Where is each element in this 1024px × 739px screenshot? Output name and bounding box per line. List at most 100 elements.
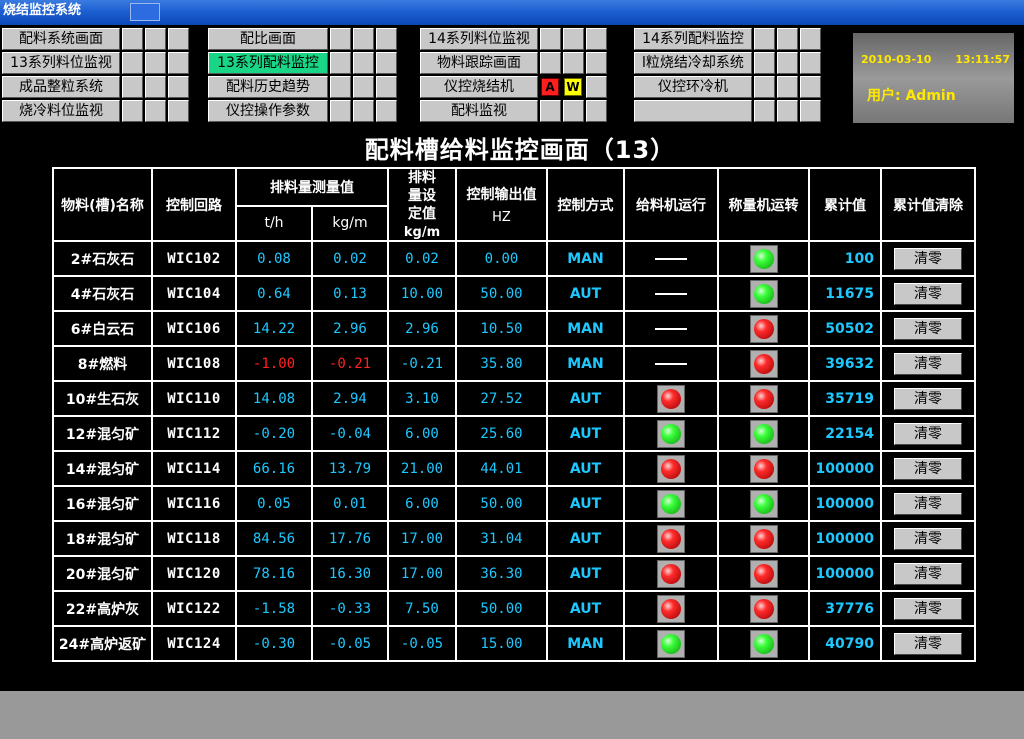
cell-control-mode: AUT [546, 555, 625, 592]
scale-lamp-icon [749, 524, 778, 553]
cell-control-output: 15.00 [455, 625, 548, 662]
nav-slot[interactable] [376, 100, 397, 122]
clear-accumulated-button[interactable]: 清零 [894, 492, 962, 515]
nav-slot[interactable] [800, 28, 821, 50]
header-setpoint-unit: kg/m [403, 225, 441, 240]
nav-slot[interactable] [586, 76, 607, 98]
nav-slot[interactable] [122, 28, 143, 50]
nav-slot[interactable] [540, 100, 561, 122]
nav-slot[interactable] [777, 52, 798, 74]
current-time: 13:11:57 [955, 53, 1010, 66]
feeder-lamp-icon [657, 524, 685, 553]
nav-batching-system[interactable]: 配料系统画面 [2, 28, 120, 50]
nav-slot[interactable] [754, 100, 775, 122]
nav-sinter-cooling[interactable]: l粒烧结冷却系统 [634, 52, 752, 74]
nav-13-batching-control[interactable]: 13系列配料监控 [208, 52, 328, 74]
cell-kgm: 0.01 [311, 485, 389, 522]
nav-slot[interactable] [353, 76, 374, 98]
nav-slot[interactable] [586, 52, 607, 74]
nav-slot[interactable] [800, 76, 821, 98]
nav-slot[interactable] [777, 28, 798, 50]
nav-slot[interactable] [586, 28, 607, 50]
nav-ring-cooler[interactable]: 仪控环冷机 [634, 76, 752, 98]
nav-slot[interactable] [754, 28, 775, 50]
nav-slot[interactable] [168, 100, 189, 122]
nav-slot[interactable] [168, 52, 189, 74]
clear-accumulated-button[interactable]: 清零 [894, 387, 962, 410]
nav-slot[interactable] [353, 52, 374, 74]
nav-slot[interactable] [800, 52, 821, 74]
nav-slot[interactable] [800, 100, 821, 122]
nav-slot[interactable] [353, 100, 374, 122]
nav-slot[interactable] [777, 76, 798, 98]
header-clear-accumulated: 累计值清除 [880, 167, 976, 242]
nav-slot[interactable] [330, 76, 351, 98]
alarm-a-indicator[interactable]: A [541, 78, 559, 96]
nav-cooling-level[interactable]: 烧冷料位监视 [2, 100, 120, 122]
cell-feeder-run [623, 380, 719, 417]
nav-slot[interactable] [145, 76, 166, 98]
cell-setpoint: 6.00 [387, 485, 457, 522]
nav-slot[interactable] [145, 28, 166, 50]
cell-feeder-run [623, 275, 719, 312]
nav-slot[interactable] [754, 52, 775, 74]
clear-accumulated-button[interactable]: 清零 [894, 597, 962, 620]
nav-slot[interactable] [777, 100, 798, 122]
nav-slot[interactable] [330, 100, 351, 122]
cell-material-name: 12#混匀矿 [52, 415, 153, 452]
nav-slot[interactable] [563, 52, 584, 74]
nav-14-batching-control[interactable]: 14系列配料监控 [634, 28, 752, 50]
nav-instrument-params[interactable]: 仪控操作参数 [208, 100, 328, 122]
nav-product-sizing[interactable]: 成品整粒系统 [2, 76, 120, 98]
title-bar-button[interactable] [130, 3, 160, 21]
nav-slot[interactable] [168, 76, 189, 98]
header-control-output: 控制输出值 HZ [455, 167, 548, 242]
nav-ratio[interactable]: 配比画面 [208, 28, 328, 50]
clear-accumulated-button[interactable]: 清零 [894, 247, 962, 270]
clear-accumulated-button[interactable]: 清零 [894, 317, 962, 340]
nav-slot[interactable] [145, 52, 166, 74]
nav-slot[interactable] [145, 100, 166, 122]
cell-tph: 0.64 [235, 275, 313, 312]
feeder-lamp-icon [657, 419, 685, 448]
clear-accumulated-button[interactable]: 清零 [894, 527, 962, 550]
cell-control-mode: AUT [546, 415, 625, 452]
nav-slot[interactable] [122, 52, 143, 74]
nav-slot[interactable] [330, 28, 351, 50]
clear-accumulated-button[interactable]: 清零 [894, 352, 962, 375]
nav-slot[interactable] [540, 52, 561, 74]
nav-empty-button[interactable] [634, 100, 752, 122]
nav-sinter-machine[interactable]: 仪控烧结机 [420, 76, 538, 98]
clear-accumulated-button[interactable]: 清零 [894, 457, 962, 480]
nav-slot[interactable] [122, 100, 143, 122]
nav-batching-history[interactable]: 配料历史趋势 [208, 76, 328, 98]
nav-batching-monitor[interactable]: 配料监视 [420, 100, 538, 122]
nav-slot[interactable] [376, 28, 397, 50]
nav-slot[interactable] [754, 76, 775, 98]
cell-tph: -0.30 [235, 625, 313, 662]
cell-kgm: -0.33 [311, 590, 389, 627]
nav-slot[interactable] [330, 52, 351, 74]
cell-setpoint: 2.96 [387, 310, 457, 347]
nav-14-level-monitor[interactable]: 14系列料位监视 [420, 28, 538, 50]
cell-material-name: 6#白云石 [52, 310, 153, 347]
alarm-w-indicator[interactable]: W [564, 78, 582, 96]
nav-slot[interactable] [353, 28, 374, 50]
clear-accumulated-button[interactable]: 清零 [894, 282, 962, 305]
nav-slot[interactable] [376, 52, 397, 74]
nav-slot[interactable] [563, 28, 584, 50]
cell-control-output: 44.01 [455, 450, 548, 487]
nav-slot[interactable] [168, 28, 189, 50]
clear-accumulated-button[interactable]: 清零 [894, 562, 962, 585]
nav-material-tracking[interactable]: 物料跟踪画面 [420, 52, 538, 74]
nav-slot[interactable] [540, 28, 561, 50]
nav-slot[interactable] [563, 100, 584, 122]
clear-accumulated-button[interactable]: 清零 [894, 422, 962, 445]
cell-feeder-run [623, 310, 719, 347]
nav-slot[interactable] [122, 76, 143, 98]
nav-13-level-monitor[interactable]: 13系列料位监视 [2, 52, 120, 74]
table-row: 6#白云石 WIC106 14.22 2.96 2.96 10.50 MAN 50502 清零 [52, 310, 976, 347]
clear-accumulated-button[interactable]: 清零 [894, 632, 962, 655]
nav-slot[interactable] [376, 76, 397, 98]
nav-slot[interactable] [586, 100, 607, 122]
